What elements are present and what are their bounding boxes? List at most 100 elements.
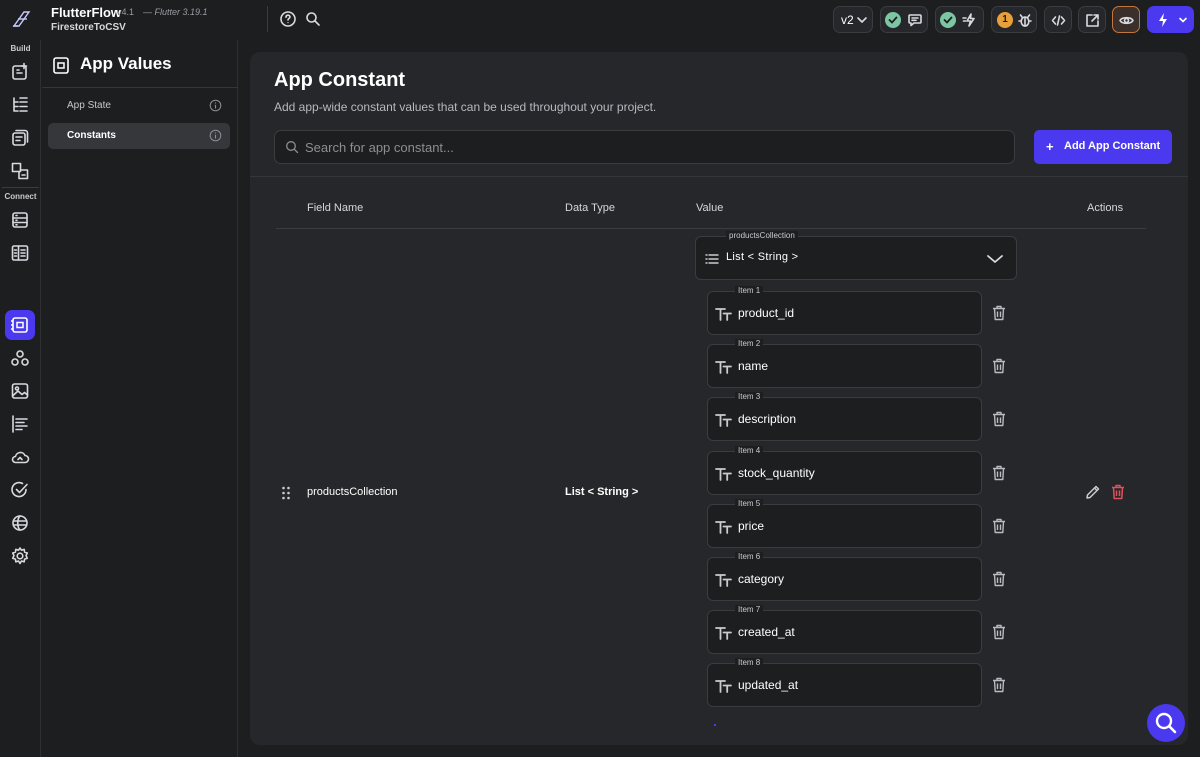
list-item-label: Item 4 [735,445,764,455]
project-name[interactable]: FirestoreToCSV [51,22,126,33]
search-icon[interactable] [304,10,322,28]
text-type-icon [715,467,732,481]
help-icon[interactable] [279,10,297,28]
version-dropdown[interactable]: v2 [833,6,873,33]
magnify-search-icon [1155,712,1177,734]
comments-button[interactable] [880,6,928,33]
flutterflow-logo-icon[interactable] [10,8,32,30]
page-title: App Constant [274,69,406,91]
integrations-icon[interactable] [10,513,30,533]
text-type-icon [715,308,732,321]
list-item-value[interactable]: price [738,519,764,533]
field-name-value: productsCollection [307,486,398,498]
run-button[interactable] [1147,6,1194,33]
delete-item-trash-icon[interactable] [992,305,1006,321]
list-item-value[interactable]: product_id [738,306,794,320]
api-calls-icon[interactable] [10,243,30,263]
list-item-value[interactable]: created_at [738,625,795,639]
panel-item-label: App State [67,100,111,111]
top-divider [267,6,268,32]
chevron-down-icon[interactable] [986,251,1004,267]
list-item-field[interactable]: Item 5 price [707,498,982,548]
list-item-field[interactable]: Item 6 category [707,552,982,601]
delete-trash-icon[interactable] [1111,484,1125,500]
info-icon[interactable] [209,99,222,112]
list-item-value[interactable]: updated_at [738,678,798,692]
app-values-icon[interactable] [10,315,30,335]
list-item-field[interactable]: Item 3 description [707,392,982,442]
settings-gear-icon[interactable] [10,546,30,566]
drag-handle-icon[interactable] [281,486,291,500]
debug-button[interactable]: 1 [991,6,1037,33]
search-icon [286,141,299,154]
scroll-indicator [714,724,716,726]
delete-item-trash-icon[interactable] [992,571,1006,587]
add-app-constant-button[interactable]: + Add App Constant [1034,130,1172,164]
panel-title: App Values [80,54,172,73]
nav-rail: Build Connect [0,40,41,757]
rail-separator [2,187,39,188]
list-type-select[interactable]: productsCollection List < String > [695,231,1017,280]
panel-item-app-state[interactable]: App State [48,93,230,119]
list-item-label: Item 3 [735,392,764,402]
list-item-field[interactable]: Item 1 product_id [707,286,982,335]
list-item-field[interactable]: Item 2 name [707,339,982,389]
theme-icon[interactable] [10,161,30,181]
list-item-field[interactable]: Item 4 stock_quantity [707,445,982,495]
data-type-value: List < String > [565,486,639,498]
list-item-field[interactable]: Item 7 created_at [707,605,982,655]
layers-tree-icon[interactable] [10,95,30,115]
list-item-value[interactable]: stock_quantity [738,466,815,480]
column-header-value[interactable]: Value [696,202,723,214]
media-assets-icon[interactable] [10,381,30,401]
cloud-icon[interactable] [10,447,30,467]
open-external-icon [1086,14,1099,27]
list-item-value[interactable]: description [738,412,796,426]
view-code-button[interactable] [1044,6,1072,33]
info-icon[interactable] [209,129,222,142]
list-item-field[interactable]: Item 8 updated_at [707,658,982,708]
list-item-label: Item 8 [735,658,764,668]
delete-item-trash-icon[interactable] [992,677,1006,693]
list-item-value[interactable]: name [738,359,768,373]
custom-code-icon[interactable] [10,348,30,368]
column-header-data-type[interactable]: Data Type [565,202,615,214]
preview-button[interactable] [1112,6,1140,33]
widget-palette-icon[interactable] [10,62,30,82]
eye-icon [1119,16,1134,25]
version-label: v2 [841,13,854,27]
comment-icon [908,14,922,27]
delete-item-trash-icon[interactable] [992,518,1006,534]
text-type-icon [715,520,732,534]
build-section-label: Build [10,44,31,53]
search-input[interactable] [305,131,1005,163]
panel-item-label: Constants [67,130,116,141]
delete-item-trash-icon[interactable] [992,358,1006,374]
list-item-label: Item 1 [735,286,764,295]
help-search-button[interactable] [1147,704,1185,742]
app-values-icon [53,57,69,74]
delete-item-trash-icon[interactable] [992,465,1006,481]
list-item-value[interactable]: category [738,572,784,586]
text-type-icon [715,574,732,587]
delete-item-trash-icon[interactable] [992,411,1006,427]
chevron-down-icon [857,17,867,23]
storyboard-icon[interactable] [10,128,30,148]
column-header-field-name[interactable]: Field Name [307,202,363,214]
delete-item-trash-icon[interactable] [992,624,1006,640]
main-content: App Constant Add app-wide constant value… [250,52,1188,745]
cloud-functions-icon[interactable] [10,414,30,434]
checkmark-icon [888,16,898,24]
app-version: v4.1 [117,7,135,17]
plus-icon: + [1046,139,1054,154]
firestore-icon[interactable] [10,210,30,230]
list-item-label: Item 7 [735,605,764,615]
run-test-button[interactable] [935,6,984,33]
list-item-label: Item 6 [735,552,764,561]
edit-pencil-icon[interactable] [1085,484,1101,500]
open-external-button[interactable] [1078,6,1106,33]
list-icon [705,254,719,264]
agent-check-icon[interactable] [10,480,30,500]
panel-item-constants[interactable]: Constants [48,123,230,149]
code-icon [1051,15,1066,26]
